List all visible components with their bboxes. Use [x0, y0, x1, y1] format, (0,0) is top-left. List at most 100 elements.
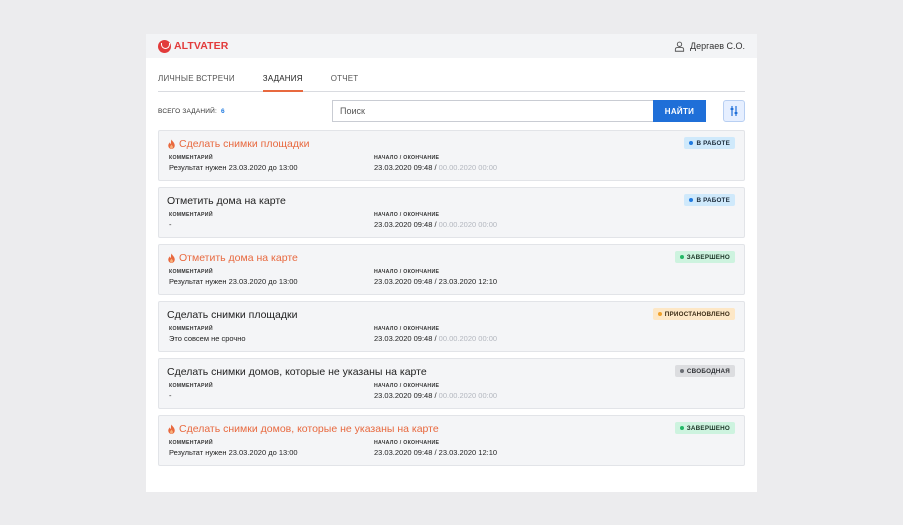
end-time: 00.00.2020 00:00 [438, 334, 498, 343]
period-value: 23.03.2020 09:48 / 00.00.2020 00:00 [374, 163, 497, 172]
top-bar: ALTVATER Дергаев С.О. [146, 34, 757, 58]
logo-mark-icon [158, 39, 171, 53]
status-dot-icon [679, 369, 684, 373]
comment-label: КОММЕНТАРИЙ [169, 269, 213, 275]
tab-meetings[interactable]: ЛИЧНЫЕ ВСТРЕЧИ [158, 74, 235, 91]
fire-icon [168, 253, 175, 263]
comment-label: КОММЕНТАРИЙ [169, 383, 213, 389]
status-label: В РАБОТЕ [696, 196, 730, 204]
period-value: 23.03.2020 09:48 / 00.00.2020 00:00 [374, 334, 497, 343]
end-time: 00.00.2020 00:00 [438, 220, 498, 229]
period-column: НАЧАЛО / ОКОНЧАНИЕ 23.03.2020 09:48 / 00.… [374, 155, 497, 172]
user-icon [674, 41, 685, 52]
status-badge: СВОБОДНАЯ [674, 365, 735, 377]
logo[interactable]: ALTVATER [158, 39, 228, 53]
period-column: НАЧАЛО / ОКОНЧАНИЕ 23.03.2020 09:48 / 23.… [374, 440, 497, 457]
task-card[interactable]: Сделать снимки площадки КОММЕНТАРИЙ Резуль… [158, 130, 745, 181]
comment-value: Результат нужен 23.03.2020 до 13:00 [169, 277, 298, 286]
period-label: НАЧАЛО / ОКОНЧАНИЕ [374, 326, 440, 332]
status-badge: ЗАВЕРШЕНО [674, 422, 735, 434]
period-label: НАЧАЛО / ОКОНЧАНИЕ [374, 383, 440, 389]
period-column: НАЧАЛО / ОКОНЧАНИЕ 23.03.2020 09:48 / 00.… [374, 212, 497, 229]
period-label: НАЧАЛО / ОКОНЧАНИЕ [374, 269, 440, 275]
filter-sliders-icon [730, 106, 738, 116]
status-badge: ПРИОСТАНОВЛЕНО [652, 308, 735, 320]
status-dot-icon [689, 141, 694, 145]
start-time: 23.03.2020 09:48 [374, 448, 433, 457]
start-time: 23.03.2020 09:48 [374, 220, 433, 229]
status-dot-icon [679, 426, 684, 430]
period-column: НАЧАЛО / ОКОНЧАНИЕ 23.03.2020 09:48 / 00.… [374, 326, 497, 343]
status-label: СВОБОДНАЯ [686, 367, 730, 375]
task-title: Сделать снимки домов, которые не указаны… [179, 423, 439, 435]
period-label: НАЧАЛО / ОКОНЧАНИЕ [374, 155, 440, 161]
start-time: 23.03.2020 09:48 [374, 391, 433, 400]
comment-label: КОММЕНТАРИЙ [169, 440, 213, 446]
comment-column: КОММЕНТАРИЙ - [169, 212, 374, 229]
status-label: В РАБОТЕ [696, 139, 730, 147]
tab-tasks[interactable]: ЗАДАНИЯ [262, 74, 303, 92]
total-tasks: ВСЕГО ЗАДАНИЙ: 6 [158, 108, 332, 115]
status-badge: В РАБОТЕ [684, 137, 735, 149]
toolbar: ВСЕГО ЗАДАНИЙ: 6 НАЙТИ [158, 100, 745, 122]
task-title-row: Сделать снимки домов, которые не указаны… [167, 422, 736, 436]
status-badge: ЗАВЕРШЕНО [674, 251, 735, 263]
tab-bar: ЛИЧНЫЕ ВСТРЕЧИ ЗАДАНИЯ ОТЧЕТ [158, 58, 745, 92]
comment-column: КОММЕНТАРИЙ Результат нужен 23.03.2020 до… [169, 440, 374, 457]
tab-report[interactable]: ОТЧЕТ [331, 74, 359, 91]
task-title: Сделать снимки площадки [167, 309, 298, 321]
end-time: 00.00.2020 00:00 [438, 163, 498, 172]
search-button[interactable]: НАЙТИ [653, 100, 706, 122]
filter-button[interactable] [723, 100, 745, 122]
period-label: НАЧАЛО / ОКОНЧАНИЕ [374, 212, 440, 218]
fire-icon [168, 424, 175, 434]
user-name: Дергаев С.О. [690, 41, 745, 51]
task-card[interactable]: Сделать снимки домов, которые не указаны… [158, 358, 745, 409]
comment-label: КОММЕНТАРИЙ [169, 155, 213, 161]
comment-label: КОММЕНТАРИЙ [169, 212, 213, 218]
comment-value: Результат нужен 23.03.2020 до 13:00 [169, 163, 298, 172]
task-meta: КОММЕНТАРИЙ Это совсем не срочно НАЧАЛО / … [167, 326, 736, 343]
start-time: 23.03.2020 09:48 [374, 334, 433, 343]
status-badge: В РАБОТЕ [684, 194, 735, 206]
task-card[interactable]: Отметить дома на карте КОММЕНТАРИЙ Результ… [158, 244, 745, 295]
start-time: 23.03.2020 09:48 [374, 163, 433, 172]
task-title: Сделать снимки домов, которые не указаны… [167, 366, 427, 378]
fire-icon [168, 139, 175, 149]
task-meta: КОММЕНТАРИЙ Результат нужен 23.03.2020 до… [167, 269, 736, 286]
search-bar: НАЙТИ [332, 100, 706, 122]
task-title: Отметить дома на карте [167, 195, 286, 207]
comment-value: - [169, 391, 172, 400]
end-time: 00.00.2020 00:00 [438, 391, 498, 400]
status-label: ПРИОСТАНОВЛЕНО [664, 310, 730, 318]
app-window: ALTVATER Дергаев С.О. ЛИЧНЫЕ ВСТРЕЧИ ЗАД… [146, 34, 757, 492]
task-meta: КОММЕНТАРИЙ Результат нужен 23.03.2020 до… [167, 155, 736, 172]
period-value: 23.03.2020 09:48 / 00.00.2020 00:00 [374, 391, 497, 400]
task-card[interactable]: Сделать снимки домов, которые не указаны… [158, 415, 745, 466]
task-card[interactable]: Сделать снимки площадки КОММЕНТАРИЙ Это со… [158, 301, 745, 352]
period-column: НАЧАЛО / ОКОНЧАНИЕ 23.03.2020 09:48 / 00.… [374, 383, 497, 400]
search-input[interactable] [332, 100, 653, 122]
task-title: Сделать снимки площадки [179, 138, 310, 150]
task-title-row: Сделать снимки площадки [167, 308, 736, 322]
total-count: 6 [221, 107, 225, 115]
task-title-row: Отметить дома на карте [167, 194, 736, 208]
period-column: НАЧАЛО / ОКОНЧАНИЕ 23.03.2020 09:48 / 23.… [374, 269, 497, 286]
task-card[interactable]: Отметить дома на карте КОММЕНТАРИЙ - НАЧАЛО… [158, 187, 745, 238]
comment-column: КОММЕНТАРИЙ Результат нужен 23.03.2020 до… [169, 155, 374, 172]
comment-column: КОММЕНТАРИЙ Результат нужен 23.03.2020 до… [169, 269, 374, 286]
user-menu[interactable]: Дергаев С.О. [674, 41, 745, 52]
start-time: 23.03.2020 09:48 [374, 277, 433, 286]
period-label: НАЧАЛО / ОКОНЧАНИЕ [374, 440, 440, 446]
task-title-row: Отметить дома на карте [167, 251, 736, 265]
task-title-row: Сделать снимки площадки [167, 137, 736, 151]
task-list: Сделать снимки площадки КОММЕНТАРИЙ Резуль… [158, 130, 745, 466]
end-time: 23.03.2020 12:10 [438, 448, 498, 457]
comment-label: КОММЕНТАРИЙ [169, 326, 213, 332]
status-dot-icon [689, 198, 694, 202]
task-meta: КОММЕНТАРИЙ Результат нужен 23.03.2020 до… [167, 440, 736, 457]
task-title: Отметить дома на карте [179, 252, 298, 264]
task-meta: КОММЕНТАРИЙ - НАЧАЛО / ОКОНЧАНИЕ 23.03.2020… [167, 383, 736, 400]
task-meta: КОММЕНТАРИЙ - НАЧАЛО / ОКОНЧАНИЕ 23.03.2020… [167, 212, 736, 229]
period-value: 23.03.2020 09:48 / 23.03.2020 12:10 [374, 277, 497, 286]
